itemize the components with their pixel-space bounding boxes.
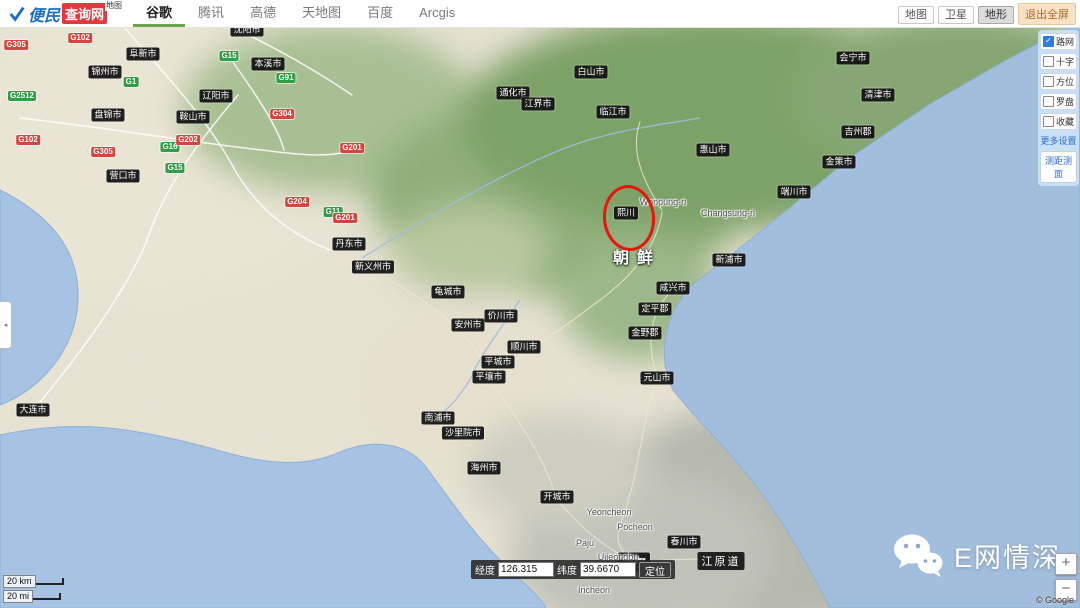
watermark-text: E网情深 bbox=[954, 542, 1062, 573]
measure-distance-button[interactable]: 测距测面 bbox=[1040, 151, 1077, 183]
logo-superscript: 地图 bbox=[105, 0, 124, 11]
sidebar-collapse-handle[interactable]: ◂ bbox=[0, 301, 12, 349]
site-logo[interactable]: 便民 查询网 地图 bbox=[8, 0, 124, 26]
map-attribution: © Google bbox=[1035, 595, 1074, 605]
zoom-in-button[interactable]: + bbox=[1055, 553, 1077, 575]
logo-check-icon bbox=[9, 6, 25, 22]
layer-checkbox-罗盘[interactable]: 罗盘 bbox=[1040, 93, 1077, 110]
checkbox-checked-icon[interactable]: ✓ bbox=[1043, 36, 1054, 47]
checkbox-icon[interactable] bbox=[1043, 76, 1054, 87]
more-settings-link[interactable]: 更多设置 bbox=[1040, 133, 1077, 148]
layer-checkbox-label: 路网 bbox=[1056, 37, 1075, 47]
layer-checkbox-label: 罗盘 bbox=[1056, 97, 1075, 107]
top-bar: 便民 查询网 地图 谷歌 腾讯 高德 天地图 百度 Arcgis 地图 卫星 地形 退出全屏 bbox=[0, 0, 1080, 28]
map-canvas[interactable] bbox=[0, 0, 1080, 608]
logo-site-text: 查询网 bbox=[62, 3, 108, 24]
map-type-button-卫星[interactable]: 卫星 bbox=[938, 5, 974, 24]
layer-checkbox-路网[interactable]: ✓ 路网 bbox=[1040, 33, 1077, 50]
tab-天地图[interactable]: 天地图 bbox=[289, 0, 354, 24]
map-view-controls: 地图 卫星 地形 退出全屏 bbox=[894, 2, 1076, 25]
checkbox-icon[interactable] bbox=[1043, 96, 1054, 107]
latitude-label: 纬度 bbox=[557, 566, 577, 577]
longitude-label: 经度 bbox=[475, 566, 495, 577]
scale-mi-bar bbox=[33, 593, 62, 600]
map-type-buttons: 地图 卫星 地形 bbox=[894, 5, 1014, 24]
layer-checkbox-方位[interactable]: 方位 bbox=[1040, 73, 1077, 90]
exit-fullscreen-button[interactable]: 退出全屏 bbox=[1018, 2, 1076, 25]
wechat-icon bbox=[894, 534, 943, 577]
locate-button[interactable]: 定位 bbox=[639, 561, 671, 578]
tab-Arcgis[interactable]: Arcgis bbox=[406, 0, 468, 24]
logo-brand-text: 便民 bbox=[28, 7, 61, 25]
scale-km-label: 20 km bbox=[3, 575, 36, 588]
longitude-input[interactable] bbox=[498, 562, 554, 577]
coordinates-bar: 经度 纬度 定位 bbox=[471, 560, 675, 579]
layer-checkbox-list: ✓ 路网十字方位罗盘收藏 bbox=[1040, 33, 1077, 130]
map-scale: 20 km 20 mi bbox=[3, 574, 64, 604]
layer-checkbox-十字[interactable]: 十字 bbox=[1040, 53, 1077, 70]
tab-百度[interactable]: 百度 bbox=[354, 0, 406, 24]
layer-checkbox-label: 方位 bbox=[1056, 77, 1075, 87]
layer-checkbox-label: 十字 bbox=[1056, 57, 1075, 67]
layer-options-panel: ✓ 路网十字方位罗盘收藏 更多设置 测距测面 bbox=[1038, 30, 1079, 186]
tab-高德[interactable]: 高德 bbox=[237, 0, 289, 24]
checkbox-icon[interactable] bbox=[1043, 116, 1054, 127]
map-provider-tabs: 谷歌 腾讯 高德 天地图 百度 Arcgis bbox=[133, 0, 468, 27]
scale-km-bar bbox=[35, 578, 64, 585]
tab-谷歌[interactable]: 谷歌 bbox=[133, 0, 186, 27]
tab-腾讯[interactable]: 腾讯 bbox=[185, 0, 237, 24]
map-type-button-地图[interactable]: 地图 bbox=[898, 5, 934, 24]
map-type-button-地形[interactable]: 地形 bbox=[978, 5, 1014, 24]
latitude-input[interactable] bbox=[580, 562, 636, 577]
checkbox-icon[interactable] bbox=[1043, 56, 1054, 67]
zoom-control: + − bbox=[1055, 553, 1077, 601]
scale-mi-label: 20 mi bbox=[3, 590, 34, 603]
layer-checkbox-label: 收藏 bbox=[1056, 117, 1075, 127]
terrain-background bbox=[0, 0, 1080, 608]
watermark: E网情深 bbox=[892, 533, 1061, 577]
layer-checkbox-收藏[interactable]: 收藏 bbox=[1040, 113, 1077, 130]
